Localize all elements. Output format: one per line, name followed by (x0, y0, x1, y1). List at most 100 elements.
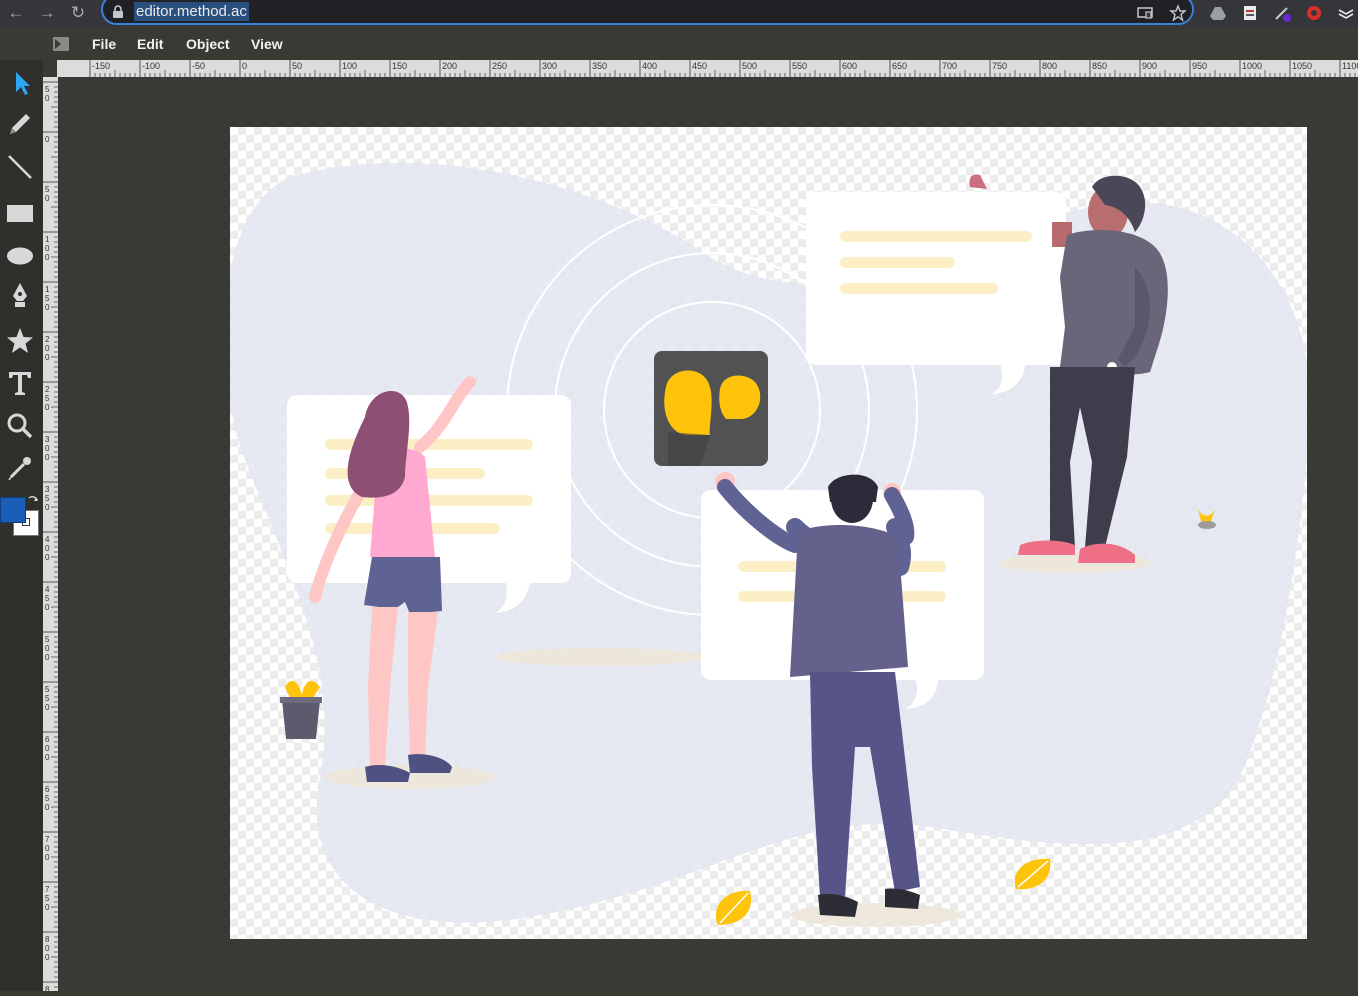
ruler-label-char: 0 (45, 744, 50, 753)
ruler-label: 550 (792, 61, 807, 71)
ruler-label-char: 2 (45, 335, 50, 344)
ruler-label: 350 (592, 61, 607, 71)
extension-red-icon[interactable] (1305, 4, 1323, 22)
ruler-label-char: 3 (45, 435, 50, 444)
ruler-label-char: 5 (45, 635, 50, 644)
ruler-label: 300 (542, 61, 557, 71)
leaf-bottom-left (715, 890, 752, 925)
horizontal-ruler[interactable]: -150 -100 -50 0 50 100 150 200 250 300 350 400 450 50… (57, 60, 1358, 77)
pen-nib-icon[interactable] (4, 280, 36, 312)
ruler-label-char: 0 (45, 403, 50, 412)
ruler-label: 50 (292, 61, 302, 71)
tool-panel (0, 60, 43, 991)
fill-color-swatch[interactable] (0, 497, 26, 523)
cursor-arrow-icon[interactable] (4, 66, 36, 98)
ruler-label-char: 8 (45, 935, 50, 944)
bookmark-star-icon[interactable] (1169, 4, 1187, 22)
ruler-label-char: 2 (45, 385, 50, 394)
ruler-label-char: 0 (45, 444, 50, 453)
ruler-label-char: 0 (45, 653, 50, 662)
ruler-label-char: 1 (45, 285, 50, 294)
ruler-label: 950 (1192, 61, 1207, 71)
floor-shadow (495, 648, 705, 666)
text-icon[interactable] (4, 367, 36, 399)
reload-icon[interactable]: ↻ (68, 3, 88, 23)
ruler-label: 1050 (1292, 61, 1312, 71)
plant-pot (280, 680, 322, 739)
pencil-icon[interactable] (4, 108, 36, 140)
ruler-label: 1000 (1242, 61, 1262, 71)
ruler-label-char: 5 (45, 394, 50, 403)
ruler-label-char: 0 (45, 903, 50, 912)
ruler-label: 750 (992, 61, 1007, 71)
swap-colors-icon[interactable] (27, 494, 39, 506)
ruler-label-char: 6 (45, 785, 50, 794)
ruler-label: 100 (342, 61, 357, 71)
extension-layers-icon[interactable] (1337, 4, 1355, 22)
ellipse-icon[interactable] (4, 240, 36, 272)
ruler-label-char: 5 (45, 685, 50, 694)
address-bar[interactable] (101, 0, 1194, 25)
ruler-label: 200 (442, 61, 457, 71)
ruler-corner (43, 60, 57, 77)
drive-icon[interactable] (1209, 4, 1227, 22)
ruler-label: 800 (1042, 61, 1057, 71)
ruler-label-char: 0 (45, 753, 50, 762)
ruler-label-char: 0 (45, 503, 50, 512)
menu-object[interactable]: Object (186, 36, 230, 52)
arrow-right-icon[interactable]: → (37, 3, 57, 23)
menu-edit[interactable]: Edit (137, 36, 163, 52)
cast-icon[interactable] (1136, 4, 1154, 22)
ruler-label: 900 (1142, 61, 1157, 71)
menu-file[interactable]: File (92, 36, 116, 52)
ruler-label: 400 (642, 61, 657, 71)
ruler-label: 0 (242, 61, 247, 71)
extension-pen-icon[interactable] (1273, 4, 1291, 22)
ruler-label: 650 (892, 61, 907, 71)
chat-bubble-top-right (806, 192, 1066, 394)
vertical-ruler-scale: 5005010015020025030035040045050055060065… (43, 81, 58, 996)
lock-icon (113, 5, 123, 18)
ruler-label-char: 3 (45, 485, 50, 494)
ruler-label-char: 6 (45, 735, 50, 744)
line-icon[interactable] (4, 151, 36, 183)
leaf-bottom-right (1014, 858, 1051, 890)
ruler-label-char: 8 (45, 985, 50, 991)
app-icon-center (654, 351, 768, 466)
ruler-label-char: 0 (45, 853, 50, 862)
menu-view[interactable]: View (251, 36, 283, 52)
ruler-label-char: 0 (45, 244, 50, 253)
ruler-label: 600 (842, 61, 857, 71)
ruler-label-char: 0 (45, 253, 50, 262)
ruler-label-char: 0 (45, 135, 50, 144)
extension-doc-icon[interactable] (1241, 4, 1259, 22)
ruler-label-char: 0 (45, 344, 50, 353)
ruler-label: 150 (392, 61, 407, 71)
ruler-label-char: 4 (45, 585, 50, 594)
star-icon[interactable] (4, 325, 36, 357)
ruler-label: 1100 (1342, 61, 1358, 71)
logo-icon[interactable] (53, 37, 69, 51)
ruler-label: 700 (942, 61, 957, 71)
ruler-label-char: 4 (45, 535, 50, 544)
ruler-label-char: 0 (45, 553, 50, 562)
ruler-label: 450 (692, 61, 707, 71)
url-text[interactable]: editor.method.ac (134, 2, 249, 21)
ruler-label-char: 5 (45, 794, 50, 803)
ruler-label-char: 0 (45, 194, 50, 203)
magnifier-icon[interactable] (4, 410, 36, 442)
vertical-ruler[interactable]: 5005010015020025030035040045050055060065… (43, 77, 58, 996)
ruler-label-char: 7 (45, 885, 50, 894)
eyedropper-icon[interactable] (4, 452, 36, 484)
drawing-canvas[interactable] (230, 127, 1307, 939)
ruler-label-char: 0 (45, 844, 50, 853)
illustration[interactable] (230, 127, 1307, 939)
ruler-label: 500 (742, 61, 757, 71)
ruler-label-char: 0 (45, 803, 50, 812)
rectangle-icon[interactable] (4, 197, 36, 229)
ruler-label-char: 0 (45, 953, 50, 962)
ruler-label-char: 0 (45, 544, 50, 553)
ruler-label-char: 0 (45, 944, 50, 953)
ruler-label-char: 5 (45, 294, 50, 303)
arrow-left-icon[interactable]: ← (6, 3, 26, 23)
